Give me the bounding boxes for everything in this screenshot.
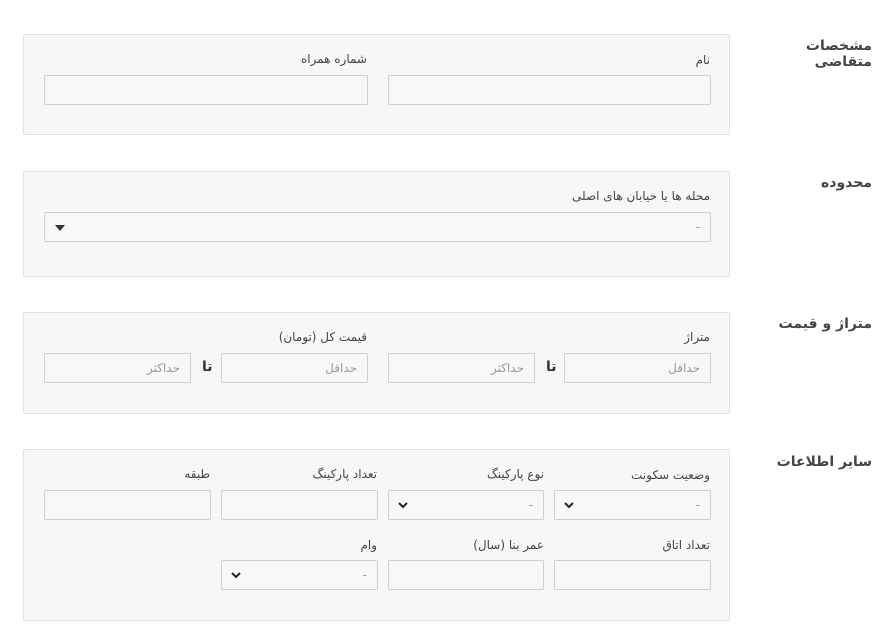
rooms-label: تعداد اتاق (662, 538, 710, 552)
streets-label: محله ها یا خیابان های اصلی (571, 189, 710, 203)
name-input[interactable] (388, 75, 711, 105)
area-panel: محله ها یا خیابان های اصلی - (23, 171, 730, 277)
price-min-placeholder: حداقل (325, 361, 357, 375)
residence-label: وضعیت سکونت (631, 468, 710, 482)
rooms-input[interactable] (554, 560, 711, 590)
price-max-input[interactable]: حداکثر (44, 353, 191, 383)
name-label: نام (695, 53, 710, 67)
chevron-down-icon (231, 572, 241, 579)
mobile-input[interactable] (44, 75, 368, 105)
mobile-label: شماره همراه (300, 52, 367, 66)
residence-select-value: - (695, 498, 700, 512)
streets-select[interactable]: - (44, 212, 711, 242)
residence-select[interactable]: - (554, 490, 711, 520)
price-max-placeholder: حداکثر (146, 361, 180, 375)
area-max-input[interactable]: حداکثر (388, 353, 535, 383)
section-title-size-price: متراژ و قیمت (778, 316, 873, 332)
age-label: عمر بنا (سال) (473, 538, 544, 552)
age-input[interactable] (388, 560, 544, 590)
parking-type-select[interactable]: - (388, 490, 544, 520)
other-panel: وضعیت سکونت نوع پارکینگ تعداد پارکینگ طب… (23, 449, 730, 621)
floor-label: طبقه (184, 467, 210, 481)
caret-down-icon (55, 225, 65, 231)
size-price-panel: متراژ قیمت کل (تومان) حداقل تا حداکثر حد… (23, 312, 730, 414)
chevron-down-icon (398, 502, 408, 509)
section-title-area: محدوده (821, 175, 872, 191)
price-label: قیمت کل (تومان) (278, 330, 367, 344)
loan-select-value: - (362, 568, 367, 582)
area-to-label: تا (546, 359, 557, 375)
area-size-label: متراژ (684, 330, 710, 344)
loan-select[interactable]: - (221, 560, 378, 590)
parking-count-label: تعداد پارکینگ (312, 467, 377, 481)
loan-label: وام (360, 538, 377, 552)
streets-select-value: - (695, 220, 700, 234)
area-min-input[interactable]: حداقل (564, 353, 711, 383)
price-to-label: تا (202, 359, 213, 375)
parking-type-label: نوع پارکینگ (487, 467, 544, 481)
price-min-input[interactable]: حداقل (221, 353, 368, 383)
floor-input[interactable] (44, 490, 211, 520)
applicant-panel: نام شماره همراه (23, 34, 730, 135)
chevron-down-icon (564, 502, 574, 509)
parking-type-select-value: - (528, 498, 533, 512)
section-title-other: سایر اطلاعات (776, 454, 872, 470)
parking-count-input[interactable] (221, 490, 378, 520)
area-min-placeholder: حداقل (668, 361, 700, 375)
area-max-placeholder: حداکثر (490, 361, 524, 375)
section-title-applicant: مشخصات متقاضی (805, 38, 872, 70)
